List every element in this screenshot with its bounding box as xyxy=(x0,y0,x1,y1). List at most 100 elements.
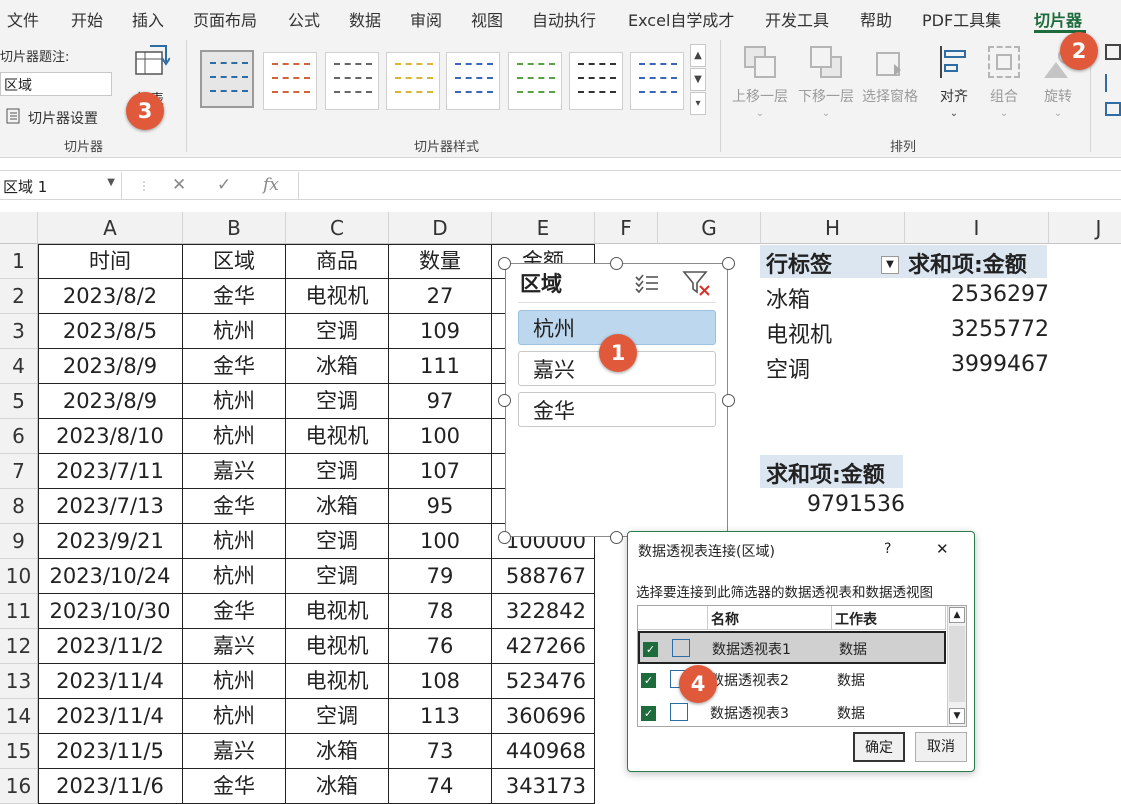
column-header[interactable]: G xyxy=(658,212,761,244)
group-button[interactable]: 组合 ⌄ xyxy=(984,42,1024,119)
tab-formulas[interactable]: 公式 xyxy=(288,7,320,31)
tab-excel-self-study[interactable]: Excel自学成才 xyxy=(628,7,734,31)
row-header[interactable]: 12 xyxy=(0,629,38,664)
table-cell[interactable]: 107 xyxy=(389,454,492,489)
table-header-cell[interactable]: 时间 xyxy=(38,244,183,279)
name-box[interactable]: 区域 1 ▼ xyxy=(0,172,122,200)
formula-input[interactable] xyxy=(298,172,1121,200)
tab-insert[interactable]: 插入 xyxy=(132,7,164,31)
scrollbar-thumb[interactable] xyxy=(949,626,965,702)
checkbox-checked-icon[interactable]: ✓ xyxy=(641,706,656,721)
row-header[interactable]: 2 xyxy=(0,279,38,314)
table-cell[interactable]: 2023/8/5 xyxy=(38,314,183,349)
slicer-style-6[interactable] xyxy=(508,52,562,110)
table-cell[interactable]: 73 xyxy=(389,734,492,769)
table-cell[interactable]: 金华 xyxy=(183,349,286,384)
resize-handle[interactable] xyxy=(610,531,623,544)
table-cell[interactable]: 113 xyxy=(389,699,492,734)
selection-pane-button[interactable]: 选择窗格 xyxy=(862,42,918,106)
gallery-scroll-up-button[interactable]: ▲ xyxy=(690,44,706,67)
list-scrollbar[interactable]: ▲ ▼ xyxy=(947,606,966,726)
enter-icon[interactable]: ✓ xyxy=(217,175,231,195)
row-header[interactable]: 5 xyxy=(0,384,38,419)
column-header[interactable]: B xyxy=(183,212,286,244)
table-cell[interactable]: 电视机 xyxy=(286,664,389,699)
table-cell[interactable]: 97 xyxy=(389,384,492,419)
table-cell[interactable]: 金华 xyxy=(183,279,286,314)
row-header[interactable]: 13 xyxy=(0,664,38,699)
align-button[interactable]: 对齐 ⌄ xyxy=(934,42,974,119)
send-backward-button[interactable]: 下移一层 ⌄ xyxy=(798,42,854,119)
tab-page-layout[interactable]: 页面布局 xyxy=(193,7,257,31)
resize-handle[interactable] xyxy=(610,257,623,270)
tab-home[interactable]: 开始 xyxy=(71,7,103,31)
table-cell[interactable]: 冰箱 xyxy=(286,769,389,804)
table-cell[interactable]: 2023/10/24 xyxy=(38,559,183,594)
table-cell[interactable]: 杭州 xyxy=(183,384,286,419)
table-cell[interactable]: 冰箱 xyxy=(286,349,389,384)
table-cell[interactable]: 109 xyxy=(389,314,492,349)
clear-filter-icon[interactable] xyxy=(682,270,712,296)
table-cell[interactable]: 360696 xyxy=(492,699,595,734)
table-cell[interactable]: 2023/11/4 xyxy=(38,664,183,699)
table-cell[interactable]: 杭州 xyxy=(183,559,286,594)
table-cell[interactable]: 27 xyxy=(389,279,492,314)
row-header[interactable]: 8 xyxy=(0,489,38,524)
row-header[interactable]: 14 xyxy=(0,699,38,734)
tab-file[interactable]: 文件 xyxy=(7,7,39,31)
tab-view[interactable]: 视图 xyxy=(471,7,503,31)
bring-forward-button[interactable]: 上移一层 ⌄ xyxy=(732,42,788,119)
table-cell[interactable]: 嘉兴 xyxy=(183,629,286,664)
tab-help[interactable]: 帮助 xyxy=(860,7,892,31)
column-header[interactable]: D xyxy=(389,212,492,244)
table-cell[interactable]: 2023/8/10 xyxy=(38,419,183,454)
slicer-style-7[interactable] xyxy=(569,52,623,110)
table-cell[interactable]: 2023/8/9 xyxy=(38,349,183,384)
slicer-settings-button[interactable]: 切片器设置 xyxy=(4,106,114,128)
column-header[interactable]: H xyxy=(761,212,905,244)
tab-review[interactable]: 审阅 xyxy=(410,7,442,31)
table-cell[interactable]: 杭州 xyxy=(183,524,286,559)
row-header[interactable]: 9 xyxy=(0,524,38,559)
table-cell[interactable]: 空调 xyxy=(286,454,389,489)
table-cell[interactable]: 2023/7/13 xyxy=(38,489,183,524)
table-cell[interactable]: 空调 xyxy=(286,524,389,559)
table-header-cell[interactable]: 商品 xyxy=(286,244,389,279)
help-icon[interactable]: ? xyxy=(884,541,891,557)
table-cell[interactable]: 空调 xyxy=(286,314,389,349)
table-cell[interactable]: 嘉兴 xyxy=(183,734,286,769)
table-cell[interactable]: 电视机 xyxy=(286,629,389,664)
table-cell[interactable]: 杭州 xyxy=(183,664,286,699)
table-cell[interactable]: 金华 xyxy=(183,769,286,804)
slicer-style-8[interactable] xyxy=(630,52,684,110)
row-header[interactable]: 4 xyxy=(0,349,38,384)
scroll-up-icon[interactable]: ▲ xyxy=(949,607,965,623)
resize-handle[interactable] xyxy=(722,394,735,407)
table-cell[interactable]: 2023/11/6 xyxy=(38,769,183,804)
table-cell[interactable]: 空调 xyxy=(286,384,389,419)
cancel-icon[interactable]: ✕ xyxy=(172,175,186,195)
table-cell[interactable]: 78 xyxy=(389,594,492,629)
list-item[interactable]: ✓ 数据透视表1 数据 xyxy=(638,631,946,664)
slicer-item-jinhua[interactable]: 金华 xyxy=(518,392,716,427)
table-cell[interactable]: 100 xyxy=(389,524,492,559)
tab-developer[interactable]: 开发工具 xyxy=(765,7,829,31)
row-header[interactable]: 16 xyxy=(0,769,38,804)
table-cell[interactable]: 2023/8/9 xyxy=(38,384,183,419)
column-header[interactable]: C xyxy=(286,212,389,244)
select-all-corner[interactable] xyxy=(0,212,38,244)
resize-handle[interactable] xyxy=(498,257,511,270)
table-cell[interactable]: 95 xyxy=(389,489,492,524)
table-cell[interactable]: 电视机 xyxy=(286,594,389,629)
table-cell[interactable]: 杭州 xyxy=(183,699,286,734)
table-cell[interactable]: 2023/10/30 xyxy=(38,594,183,629)
column-header[interactable]: A xyxy=(38,212,183,244)
row-header[interactable]: 6 xyxy=(0,419,38,454)
table-cell[interactable]: 2023/9/21 xyxy=(38,524,183,559)
table-cell[interactable]: 523476 xyxy=(492,664,595,699)
column-header[interactable]: I xyxy=(905,212,1049,244)
column-header[interactable]: J xyxy=(1049,212,1121,244)
slicer-style-5[interactable] xyxy=(446,52,500,110)
tab-pdf-tools[interactable]: PDF工具集 xyxy=(922,7,1001,31)
table-cell[interactable]: 嘉兴 xyxy=(183,454,286,489)
